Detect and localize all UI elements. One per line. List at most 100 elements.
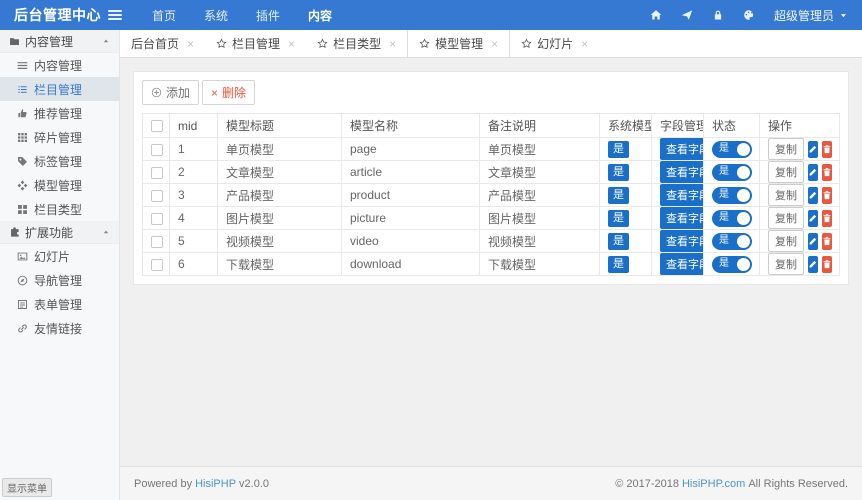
copy-button[interactable]: 复制 [768, 253, 804, 275]
copy-button[interactable]: 复制 [768, 184, 804, 206]
view-fields-button[interactable]: 查看字段 [660, 138, 703, 160]
tab-1[interactable]: 栏目管理 × [205, 30, 306, 57]
sidebar-section-1[interactable]: 扩展功能 [0, 221, 119, 244]
cell-model-name: video [341, 229, 480, 253]
sidebar-item-label: 表单管理 [34, 297, 83, 312]
row-delete-button[interactable] [822, 255, 832, 273]
paper-plane-icon[interactable] [681, 9, 693, 21]
sidebar-item-1-0[interactable]: 幻灯片 [0, 244, 119, 268]
tab-close-icon[interactable]: × [389, 38, 396, 50]
status-toggle[interactable]: 是 [712, 255, 752, 273]
top-nav-item-1[interactable]: 系统 [190, 0, 242, 30]
view-fields-button[interactable]: 查看字段 [660, 184, 703, 206]
copy-button[interactable]: 复制 [768, 207, 804, 229]
tab-0[interactable]: 后台首页 × [120, 30, 205, 57]
column-header: 操作 [759, 113, 840, 138]
view-fields-button[interactable]: 查看字段 [660, 161, 703, 183]
top-nav-item-2[interactable]: 插件 [242, 0, 294, 30]
copy-button[interactable]: 复制 [768, 138, 804, 160]
squares-icon [17, 204, 28, 215]
sidebar-item-0-3[interactable]: 碎片管理 [0, 125, 119, 149]
home-icon[interactable] [650, 9, 662, 21]
status-toggle[interactable]: 是 [712, 163, 752, 181]
tab-4[interactable]: 幻灯片 × [510, 30, 599, 57]
cell-mid: 1 [169, 137, 218, 161]
system-model-badge: 是 [608, 140, 629, 158]
status-toggle[interactable]: 是 [712, 186, 752, 204]
hamburger-icon[interactable] [108, 8, 122, 22]
cell-note: 下载模型 [479, 252, 600, 276]
row-delete-button[interactable] [822, 140, 832, 158]
lock-icon[interactable] [712, 9, 724, 21]
sidebar-item-0-5[interactable]: 模型管理 [0, 173, 119, 197]
copy-button[interactable]: 复制 [768, 230, 804, 252]
cell-mid: 6 [169, 252, 218, 276]
sidebar-item-0-6[interactable]: 栏目类型 [0, 197, 119, 221]
column-header: 备注说明 [479, 113, 600, 138]
edit-button[interactable] [808, 209, 818, 227]
sidebar-item-label: 导航管理 [34, 273, 83, 288]
sidebar-section-label: 内容管理 [25, 34, 74, 49]
status-toggle[interactable]: 是 [712, 232, 752, 250]
status-toggle[interactable]: 是 [712, 140, 752, 158]
row-delete-button[interactable] [822, 186, 832, 204]
powered-by: Powered by HisiPHP v2.0.0 [134, 477, 270, 490]
sidebar-item-0-4[interactable]: 标签管理 [0, 149, 119, 173]
app-window: 后台管理中心 首页 系统 插件 内容 超级管理员 内容管理 内容管理 栏目管理 推荐管… [0, 0, 862, 500]
edit-button[interactable] [808, 232, 818, 250]
delete-button[interactable]: × 删除 [202, 80, 256, 105]
status-toggle[interactable]: 是 [712, 209, 752, 227]
top-nav-item-3[interactable]: 内容 [294, 0, 346, 30]
sidebar-section-0[interactable]: 内容管理 [0, 30, 119, 53]
row-checkbox[interactable] [151, 258, 163, 271]
row-checkbox[interactable] [151, 235, 163, 248]
cell-model-name: page [341, 137, 480, 161]
sidebar-item-1-1[interactable]: 导航管理 [0, 268, 119, 292]
tab-2[interactable]: 栏目类型 × [306, 30, 407, 57]
pencil-icon [808, 190, 818, 200]
show-menu-button[interactable]: 显示菜单 [2, 478, 52, 497]
column-header: 状态 [703, 113, 760, 138]
row-delete-button[interactable] [822, 163, 832, 181]
view-fields-button[interactable]: 查看字段 [660, 207, 703, 229]
add-button[interactable]: 添加 [142, 80, 200, 105]
palette-icon[interactable] [743, 9, 755, 21]
sidebar-item-0-1[interactable]: 栏目管理 [0, 77, 119, 101]
tab-3[interactable]: 模型管理 × [407, 30, 511, 57]
edit-button[interactable] [808, 163, 818, 181]
sidebar-item-0-2[interactable]: 推荐管理 [0, 101, 119, 125]
top-nav: 首页 系统 插件 内容 [138, 0, 346, 30]
row-checkbox[interactable] [151, 166, 163, 179]
top-nav-item-0[interactable]: 首页 [138, 0, 190, 30]
copy-button[interactable]: 复制 [768, 161, 804, 183]
hisiphp-link[interactable]: HisiPHP [195, 478, 236, 490]
app-title: 后台管理中心 [14, 7, 101, 23]
tab-close-icon[interactable]: × [491, 38, 498, 50]
view-fields-button[interactable]: 查看字段 [660, 253, 703, 275]
row-checkbox[interactable] [151, 189, 163, 202]
sidebar-item-1-2[interactable]: 表单管理 [0, 292, 119, 316]
edit-button[interactable] [808, 140, 818, 158]
tab-label: 幻灯片 [537, 37, 574, 51]
edit-button[interactable] [808, 255, 818, 273]
sidebar-item-1-3[interactable]: 友情链接 [0, 316, 119, 340]
row-checkbox[interactable] [151, 143, 163, 156]
select-all-checkbox[interactable] [151, 120, 163, 133]
sidebar-item-0-0[interactable]: 内容管理 [0, 53, 119, 77]
view-fields-button[interactable]: 查看字段 [660, 230, 703, 252]
row-delete-button[interactable] [822, 209, 832, 227]
tab-close-icon[interactable]: × [187, 38, 194, 50]
row-checkbox[interactable] [151, 212, 163, 225]
cell-note: 文章模型 [479, 160, 600, 184]
edit-button[interactable] [808, 186, 818, 204]
table-header-row: mid 模型标题 模型名称 备注说明 系统模型 字段管理 状态 操作 [142, 113, 840, 138]
sidebar-item-label: 碎片管理 [34, 130, 83, 145]
copyright: © 2017-2018 HisiPHP.com All Rights Reserve… [615, 477, 848, 490]
system-model-badge: 是 [608, 163, 629, 181]
tab-close-icon[interactable]: × [581, 38, 588, 50]
hisiphp-site-link[interactable]: HisiPHP.com [682, 478, 745, 490]
cell-model-name: download [341, 252, 480, 276]
user-menu[interactable]: 超级管理员 [774, 7, 848, 24]
tab-close-icon[interactable]: × [288, 38, 295, 50]
row-delete-button[interactable] [822, 232, 832, 250]
